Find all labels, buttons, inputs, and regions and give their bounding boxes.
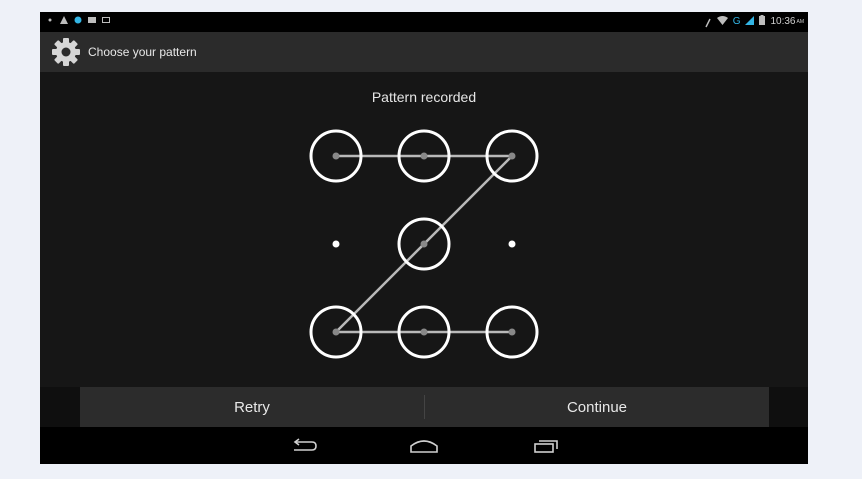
recent-apps-icon[interactable] bbox=[526, 434, 566, 458]
button-bar: Retry Continue bbox=[80, 387, 769, 427]
warning-icon bbox=[60, 16, 68, 24]
clock-time: 10:36 bbox=[770, 16, 796, 27]
home-icon[interactable] bbox=[404, 434, 444, 458]
pattern-grid[interactable] bbox=[40, 72, 808, 387]
notification-dot-icon bbox=[46, 16, 54, 24]
android-icon bbox=[74, 16, 82, 24]
navigation-bar bbox=[40, 427, 808, 464]
wifi-icon bbox=[716, 15, 728, 28]
action-bar-title: Choose your pattern bbox=[88, 45, 197, 59]
location-icon bbox=[704, 18, 712, 27]
status-right-icons: G 10:36 AM bbox=[704, 15, 804, 28]
status-bar: G 10:36 AM bbox=[40, 12, 808, 32]
pattern-content: Pattern recorded bbox=[40, 72, 808, 387]
clock-ampm: AM bbox=[796, 18, 805, 25]
back-icon[interactable] bbox=[284, 434, 324, 458]
settings-gear-icon[interactable] bbox=[50, 36, 82, 68]
pattern-node-6[interactable] bbox=[508, 240, 516, 248]
action-bar: Choose your pattern bbox=[40, 32, 808, 72]
screenshot-icon bbox=[102, 16, 110, 24]
message-icon bbox=[88, 16, 96, 24]
signal-icon bbox=[745, 15, 755, 28]
battery-icon bbox=[759, 15, 766, 28]
pattern-node-5[interactable] bbox=[397, 217, 451, 271]
pattern-node-4[interactable] bbox=[332, 240, 340, 248]
network-type-label: G bbox=[732, 16, 741, 27]
status-left-icons bbox=[46, 16, 110, 24]
retry-button[interactable]: Retry bbox=[80, 387, 424, 427]
device-screen: G 10:36 AM Choose your pattern Pattern r… bbox=[40, 12, 808, 464]
continue-button[interactable]: Continue bbox=[425, 387, 769, 427]
